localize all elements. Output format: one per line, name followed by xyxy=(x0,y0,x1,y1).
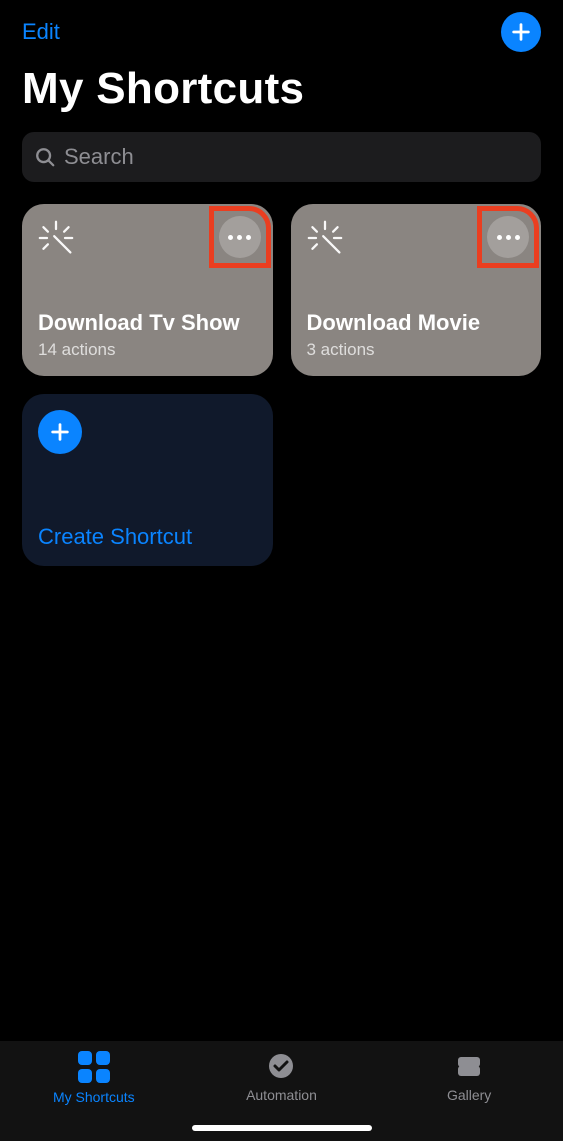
shortcut-title: Download Movie xyxy=(307,310,526,336)
search-input[interactable]: Search xyxy=(22,132,541,182)
shortcut-title: Download Tv Show xyxy=(38,310,257,336)
create-shortcut-label: Create Shortcut xyxy=(38,524,257,550)
more-options-button[interactable] xyxy=(219,216,261,258)
shortcuts-grid: Download Tv Show 14 actions Download Mov… xyxy=(0,204,563,566)
plus-circle-icon xyxy=(38,410,82,454)
add-shortcut-button[interactable] xyxy=(501,12,541,52)
top-bar: Edit xyxy=(0,0,563,60)
more-options-button[interactable] xyxy=(487,216,529,258)
grid-icon xyxy=(78,1051,110,1083)
more-icon xyxy=(497,235,520,240)
plus-icon xyxy=(49,421,71,443)
plus-icon xyxy=(510,21,532,43)
home-indicator[interactable] xyxy=(192,1125,372,1131)
shortcut-card[interactable]: Download Movie 3 actions xyxy=(291,204,542,376)
tab-gallery[interactable]: Gallery xyxy=(389,1051,549,1103)
more-icon xyxy=(228,235,251,240)
tab-my-shortcuts[interactable]: My Shortcuts xyxy=(14,1051,174,1105)
shortcut-card[interactable]: Download Tv Show 14 actions xyxy=(22,204,273,376)
automation-icon xyxy=(264,1051,298,1081)
shortcut-subtitle: 3 actions xyxy=(307,340,526,360)
highlight-box xyxy=(209,206,271,268)
gallery-icon xyxy=(452,1051,486,1081)
edit-button[interactable]: Edit xyxy=(22,19,60,45)
wand-icon xyxy=(38,220,74,256)
search-placeholder: Search xyxy=(64,144,134,170)
tab-label: Gallery xyxy=(447,1087,491,1103)
tab-bar: My Shortcuts Automation Gallery xyxy=(0,1041,563,1141)
search-icon xyxy=(34,146,56,168)
tab-label: Automation xyxy=(246,1087,317,1103)
tab-label: My Shortcuts xyxy=(53,1089,135,1105)
wand-icon xyxy=(307,220,343,256)
create-shortcut-card[interactable]: Create Shortcut xyxy=(22,394,273,566)
shortcut-subtitle: 14 actions xyxy=(38,340,257,360)
highlight-box xyxy=(477,206,539,268)
page-title: My Shortcuts xyxy=(0,60,563,132)
tab-automation[interactable]: Automation xyxy=(201,1051,361,1103)
